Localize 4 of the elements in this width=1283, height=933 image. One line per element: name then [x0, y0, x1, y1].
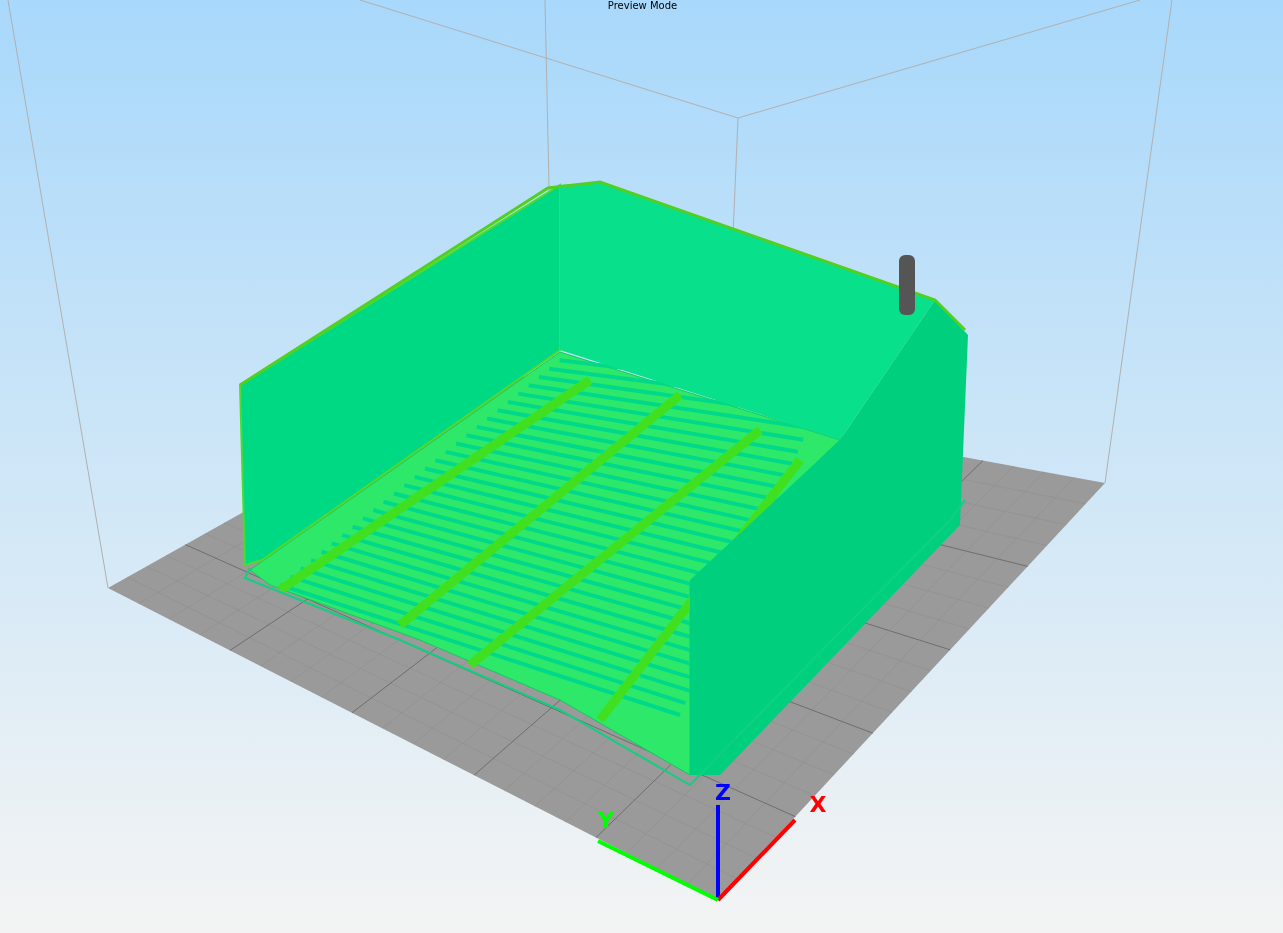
axis-label: Y [598, 808, 614, 833]
axis-label: Z [715, 780, 731, 805]
axis-label: X [809, 792, 827, 817]
mode-label: Preview Mode [607, 0, 678, 11]
